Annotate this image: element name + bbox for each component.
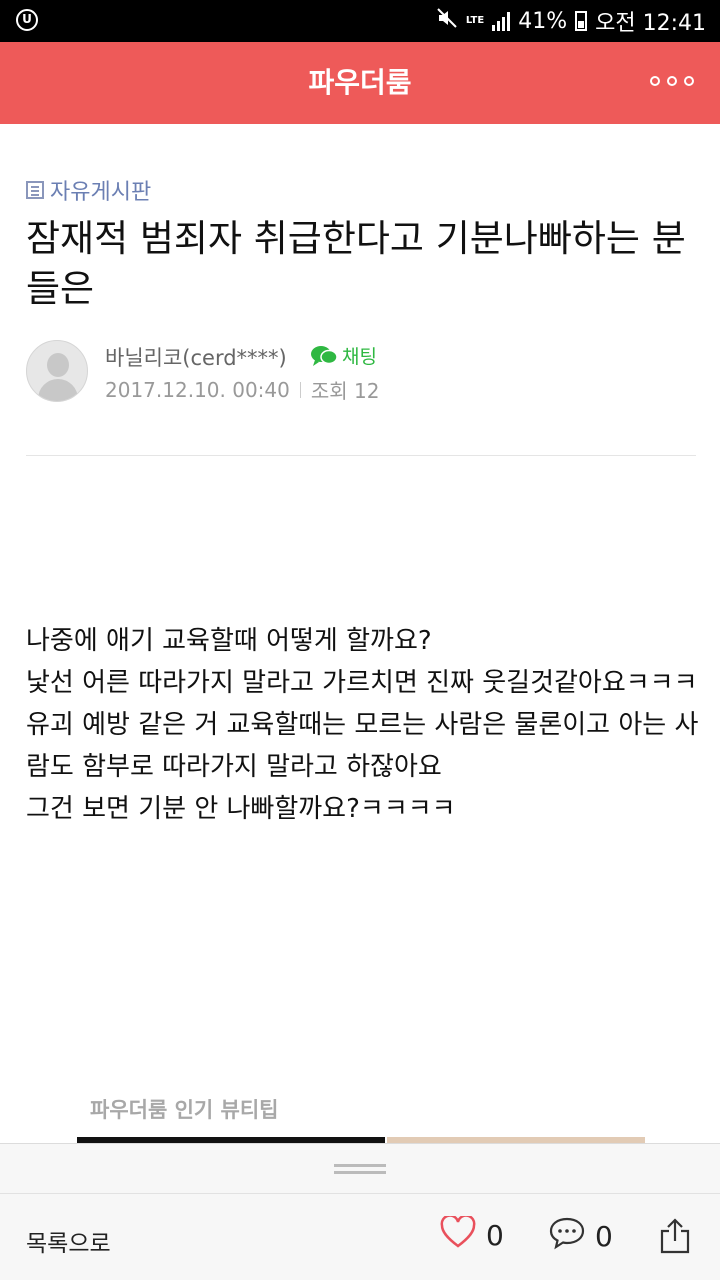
share-icon[interactable] bbox=[658, 1218, 692, 1258]
meta-divider bbox=[299, 381, 301, 398]
author-name[interactable]: 바닐리코(cerd****) bbox=[105, 342, 287, 372]
post-content: 나중에 애기 교육할때 어떻게 할까요? 낯선 어른 따라가지 말라고 가르치면… bbox=[26, 620, 706, 830]
status-bar: U LTE 41% 오전 12:41 bbox=[0, 0, 720, 42]
clock: 오전 12:41 bbox=[595, 11, 706, 36]
content-line: 그건 보면 기분 안 나빠할까요?ㅋㅋㅋㅋ bbox=[26, 794, 456, 824]
heart-icon bbox=[440, 1214, 476, 1255]
header-title: 파우더룸 bbox=[308, 66, 412, 99]
post-meta: 2017.12.10. 00:40 조회 12 bbox=[105, 375, 379, 404]
board-label: 자유게시판 bbox=[50, 180, 152, 205]
avatar[interactable] bbox=[26, 340, 88, 402]
comment-count: 0 bbox=[595, 1220, 613, 1253]
chat-button[interactable]: 채팅 bbox=[310, 342, 377, 369]
content-line: 유괴 예방 같은 거 교육할때는 모르는 사람은 물론이고 아는 사람도 함부로… bbox=[26, 710, 699, 782]
like-button[interactable]: 0 bbox=[440, 1214, 504, 1255]
post-title: 잠재적 범죄자 취급한다고 기분나빠하는 분들은 bbox=[26, 217, 686, 310]
drawer-handle[interactable] bbox=[0, 1143, 720, 1193]
bottom-bar: 목록으로 0 0 bbox=[0, 1193, 720, 1280]
comment-icon bbox=[549, 1216, 585, 1257]
post-date: 2017.12.10. 00:40 bbox=[105, 377, 290, 402]
carrier-logo-icon: U bbox=[16, 9, 38, 31]
battery-icon bbox=[575, 11, 588, 31]
list-icon bbox=[26, 181, 44, 199]
signal-icon bbox=[492, 11, 511, 31]
like-count: 0 bbox=[486, 1219, 504, 1252]
divider bbox=[26, 455, 696, 456]
content-line: 낯선 어른 따라가지 말라고 가르치면 진짜 웃길것같아요ㅋㅋㅋ bbox=[26, 668, 698, 698]
battery-percent: 41% bbox=[518, 8, 568, 34]
board-link[interactable]: 자유게시판 bbox=[26, 174, 151, 206]
chat-label: 채팅 bbox=[342, 346, 377, 368]
popular-section-title: 파우더룸 인기 뷰티팁 bbox=[90, 1098, 279, 1122]
more-options-icon[interactable] bbox=[650, 76, 694, 86]
view-count: 조회 12 bbox=[310, 379, 380, 403]
comment-button[interactable]: 0 bbox=[549, 1216, 613, 1257]
content-line: 나중에 애기 교육할때 어떻게 할까요? bbox=[26, 626, 432, 656]
mute-icon bbox=[436, 7, 458, 35]
chat-bubble-icon bbox=[310, 344, 338, 368]
back-to-list-button[interactable]: 목록으로 bbox=[26, 1224, 111, 1258]
app-header: 파우더룸 bbox=[0, 42, 720, 124]
network-type: LTE bbox=[465, 15, 485, 26]
